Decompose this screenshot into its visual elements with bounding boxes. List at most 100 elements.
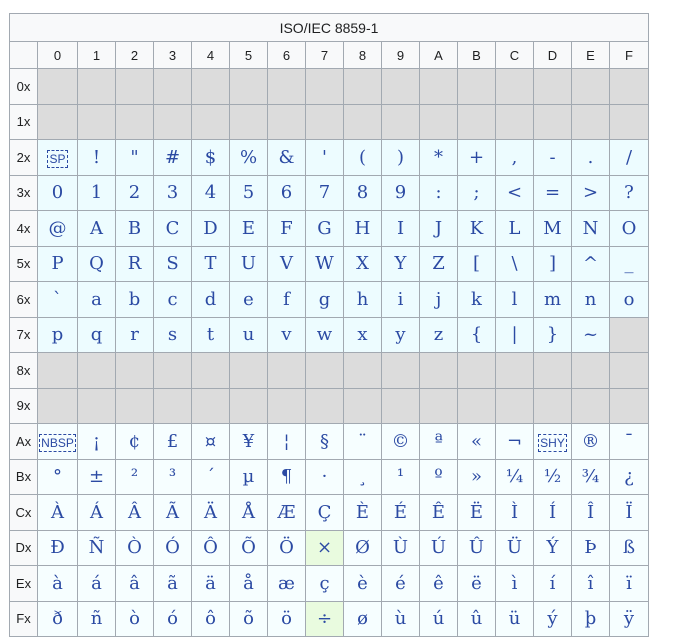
char-cell[interactable]: ¹	[381, 458, 420, 495]
char-cell[interactable]: ö	[267, 600, 306, 637]
char-cell[interactable]: Ú	[419, 529, 458, 566]
char-cell[interactable]	[229, 352, 268, 389]
char-cell[interactable]: ð	[37, 600, 78, 637]
char-cell[interactable]: ì	[495, 565, 534, 602]
char-cell[interactable]: 1	[77, 174, 116, 211]
char-cell[interactable]	[115, 352, 154, 389]
char-cell[interactable]: Æ	[267, 494, 306, 531]
char-cell[interactable]: R	[115, 245, 154, 282]
char-cell[interactable]	[267, 352, 306, 389]
char-cell[interactable]	[419, 387, 458, 424]
char-cell[interactable]: ù	[381, 600, 420, 637]
char-cell[interactable]: i	[381, 281, 420, 318]
char-cell[interactable]: °	[37, 458, 78, 495]
char-cell[interactable]: J	[419, 210, 458, 247]
char-cell[interactable]: X	[343, 245, 382, 282]
char-cell[interactable]: å	[229, 565, 268, 602]
char-cell[interactable]	[153, 352, 192, 389]
char-cell[interactable]: è	[343, 565, 382, 602]
char-cell[interactable]	[267, 387, 306, 424]
char-cell[interactable]: 5	[229, 174, 268, 211]
char-cell[interactable]	[305, 352, 344, 389]
char-cell[interactable]: Ý	[533, 529, 572, 566]
char-cell[interactable]: º	[419, 458, 458, 495]
char-cell[interactable]: e	[229, 281, 268, 318]
char-cell[interactable]: ô	[191, 600, 230, 637]
char-cell[interactable]: {	[457, 316, 496, 353]
char-cell[interactable]: M	[533, 210, 572, 247]
char-cell[interactable]: Û	[457, 529, 496, 566]
char-cell[interactable]: ª	[419, 423, 458, 460]
char-cell[interactable]	[343, 68, 382, 105]
char-cell[interactable]: r	[115, 316, 154, 353]
char-cell[interactable]	[381, 387, 420, 424]
char-cell[interactable]: ä	[191, 565, 230, 602]
char-cell[interactable]: Þ	[571, 529, 610, 566]
char-cell[interactable]: õ	[229, 600, 268, 637]
char-cell[interactable]: =	[533, 174, 572, 211]
char-cell[interactable]	[77, 352, 116, 389]
char-cell[interactable]: ¨	[343, 423, 382, 460]
char-cell[interactable]: ø	[343, 600, 382, 637]
char-cell[interactable]: ¢	[115, 423, 154, 460]
char-cell[interactable]: W	[305, 245, 344, 282]
char-cell[interactable]: ï	[609, 565, 649, 602]
char-cell[interactable]: :	[419, 174, 458, 211]
char-cell[interactable]: Ê	[419, 494, 458, 531]
char-cell[interactable]	[115, 103, 154, 140]
char-cell[interactable]: \	[495, 245, 534, 282]
char-cell[interactable]: }	[533, 316, 572, 353]
char-cell[interactable]: ê	[419, 565, 458, 602]
char-cell[interactable]: j	[419, 281, 458, 318]
char-cell[interactable]	[115, 387, 154, 424]
char-cell[interactable]: ¡	[77, 423, 116, 460]
char-cell[interactable]: g	[305, 281, 344, 318]
char-cell[interactable]	[37, 387, 78, 424]
char-cell[interactable]: é	[381, 565, 420, 602]
char-cell[interactable]: ]	[533, 245, 572, 282]
char-cell[interactable]: Å	[229, 494, 268, 531]
char-cell[interactable]	[153, 68, 192, 105]
char-cell[interactable]	[533, 103, 572, 140]
char-cell[interactable]: £	[153, 423, 192, 460]
char-cell[interactable]: ¥	[229, 423, 268, 460]
char-cell[interactable]: ß	[609, 529, 649, 566]
char-cell[interactable]: Ð	[37, 529, 78, 566]
char-cell[interactable]: ó	[153, 600, 192, 637]
char-cell[interactable]: ò	[115, 600, 154, 637]
char-cell[interactable]: E	[229, 210, 268, 247]
char-cell[interactable]: p	[37, 316, 78, 353]
char-cell[interactable]	[381, 352, 420, 389]
char-cell[interactable]	[457, 387, 496, 424]
char-cell[interactable]: ¶	[267, 458, 306, 495]
char-cell[interactable]: ×	[305, 529, 344, 566]
char-cell[interactable]: á	[77, 565, 116, 602]
char-cell[interactable]: &	[267, 139, 306, 176]
char-cell[interactable]: ¾	[571, 458, 610, 495]
char-cell[interactable]	[457, 103, 496, 140]
char-cell[interactable]: 9	[381, 174, 420, 211]
char-cell[interactable]: >	[571, 174, 610, 211]
char-cell[interactable]: u	[229, 316, 268, 353]
char-cell[interactable]: *	[419, 139, 458, 176]
char-cell[interactable]: .	[571, 139, 610, 176]
char-cell[interactable]: v	[267, 316, 306, 353]
char-cell[interactable]: ¿	[609, 458, 649, 495]
char-cell[interactable]: ¸	[343, 458, 382, 495]
char-cell[interactable]: ¯	[609, 423, 649, 460]
char-cell[interactable]	[305, 103, 344, 140]
char-cell[interactable]: ¤	[191, 423, 230, 460]
char-cell[interactable]: V	[267, 245, 306, 282]
char-cell[interactable]: Ä	[191, 494, 230, 531]
char-cell[interactable]: ?	[609, 174, 649, 211]
char-cell[interactable]: !	[77, 139, 116, 176]
char-cell[interactable]: ñ	[77, 600, 116, 637]
char-cell[interactable]	[191, 68, 230, 105]
char-cell[interactable]: "	[115, 139, 154, 176]
char-cell[interactable]	[37, 103, 78, 140]
char-cell[interactable]: h	[343, 281, 382, 318]
char-cell[interactable]: +	[457, 139, 496, 176]
char-cell[interactable]: P	[37, 245, 78, 282]
char-cell[interactable]: 4	[191, 174, 230, 211]
char-cell[interactable]	[229, 103, 268, 140]
